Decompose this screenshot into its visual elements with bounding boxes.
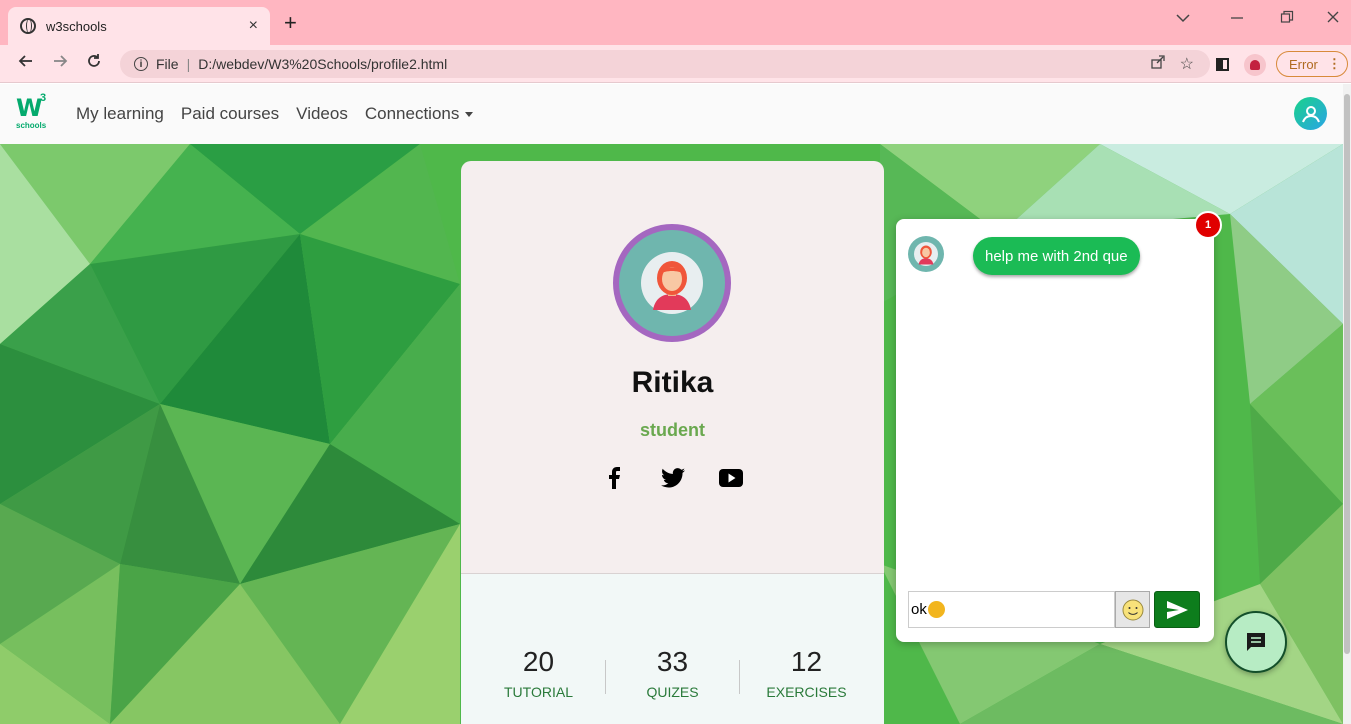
- bookmark-star-icon[interactable]: ☆: [1180, 54, 1194, 75]
- w3schools-logo[interactable]: W 3 schools: [16, 92, 54, 134]
- error-button[interactable]: Error ⋮: [1276, 51, 1348, 77]
- forward-arrow-icon[interactable]: [52, 53, 68, 74]
- profile-card: Ritika student 20 TUTORIAL 33 QUIZES 12 …: [461, 161, 884, 724]
- stat-exercises: 12 EXERCISES: [740, 646, 873, 700]
- youtube-icon[interactable]: [718, 466, 743, 490]
- browser-tab[interactable]: w3schools ×: [8, 7, 270, 45]
- reload-icon[interactable]: [86, 53, 102, 74]
- facebook-icon[interactable]: [603, 466, 627, 490]
- nav-connections-label: Connections: [364, 104, 460, 123]
- browser-tab-bar: w3schools × +: [0, 0, 1351, 45]
- scrollbar-thumb[interactable]: [1344, 94, 1350, 654]
- new-tab-button[interactable]: +: [284, 10, 297, 36]
- caret-down-icon: [465, 112, 474, 118]
- globe-icon: [20, 18, 36, 34]
- url-scheme: File: [156, 56, 179, 72]
- kebab-menu-icon[interactable]: ⋮: [1328, 56, 1341, 72]
- stat-value: 33: [656, 646, 689, 677]
- tab-close-button[interactable]: ×: [249, 17, 258, 35]
- stat-value: 12: [790, 646, 823, 677]
- profile-stats: 20 TUTORIAL 33 QUIZES 12 EXERCISES: [461, 646, 884, 700]
- profile-avatar: [613, 224, 731, 342]
- info-icon[interactable]: i: [134, 57, 148, 71]
- profile-name: Ritika: [631, 366, 714, 399]
- stat-tutorial: 20 TUTORIAL: [472, 646, 605, 700]
- back-arrow-icon[interactable]: [18, 53, 34, 74]
- chat-toggle-button[interactable]: [1225, 611, 1287, 673]
- chat-input-text: ok: [911, 601, 927, 618]
- stat-label: QUIZES: [646, 684, 699, 700]
- send-button[interactable]: [1154, 591, 1200, 628]
- restore-icon[interactable]: [1280, 10, 1294, 29]
- logo-letter: W: [16, 94, 43, 122]
- chat-input[interactable]: ok: [908, 591, 1115, 628]
- chat-sender-avatar: [908, 236, 944, 272]
- profile-card-header: Ritika student: [461, 161, 884, 573]
- tab-title: w3schools: [46, 18, 107, 34]
- url-separator: |: [186, 56, 191, 72]
- stat-label: EXERCISES: [766, 684, 847, 700]
- profile-role: student: [640, 420, 705, 440]
- person-avatar-icon: [641, 252, 703, 314]
- smiling-emoji-icon: [927, 601, 945, 618]
- stat-label: TUTORIAL: [504, 684, 573, 700]
- share-icon[interactable]: [1150, 54, 1166, 75]
- address-bar: i File | D:/webdev/W3%20Schools/profile2…: [0, 45, 1351, 83]
- tab-search-icon[interactable]: [1176, 10, 1190, 28]
- url-path: D:/webdev/W3%20Schools/profile2.html: [198, 56, 448, 72]
- nav-my-learning[interactable]: My learning: [76, 104, 164, 124]
- smiley-icon: [1122, 599, 1143, 620]
- user-account-icon[interactable]: [1294, 97, 1327, 130]
- nav-videos[interactable]: Videos: [296, 104, 348, 124]
- social-links: [461, 466, 884, 490]
- window-close-icon[interactable]: [1326, 10, 1340, 29]
- message-icon: [1247, 633, 1265, 651]
- person-avatar-icon: [914, 242, 938, 266]
- error-label: Error: [1289, 56, 1318, 72]
- browser-profile-icon[interactable]: [1244, 54, 1266, 76]
- chat-message-bubble: help me with 2nd que: [973, 237, 1140, 275]
- logo-subtext: schools: [16, 121, 47, 130]
- url-omnibox[interactable]: i File | D:/webdev/W3%20Schools/profile2…: [120, 50, 1210, 78]
- page-scrollbar[interactable]: [1343, 84, 1351, 724]
- nav-connections[interactable]: Connections: [365, 104, 474, 124]
- stat-quizes: 33 QUIZES: [606, 646, 739, 700]
- minimize-icon[interactable]: [1230, 10, 1244, 29]
- stat-value: 20: [522, 646, 555, 677]
- nav-paid-courses[interactable]: Paid courses: [181, 104, 279, 124]
- twitter-icon[interactable]: [660, 466, 685, 490]
- emoji-picker-button[interactable]: [1115, 591, 1150, 628]
- side-panel-icon[interactable]: [1216, 58, 1229, 71]
- unread-badge: 1: [1194, 211, 1222, 239]
- logo-superscript: 3: [40, 92, 47, 104]
- site-navbar: W 3 schools My learning Paid courses Vid…: [0, 84, 1343, 144]
- chat-window: help me with 2nd que ok: [896, 219, 1214, 642]
- send-arrow-icon: [1167, 600, 1188, 619]
- profile-stats-section: 20 TUTORIAL 33 QUIZES 12 EXERCISES: [461, 573, 884, 724]
